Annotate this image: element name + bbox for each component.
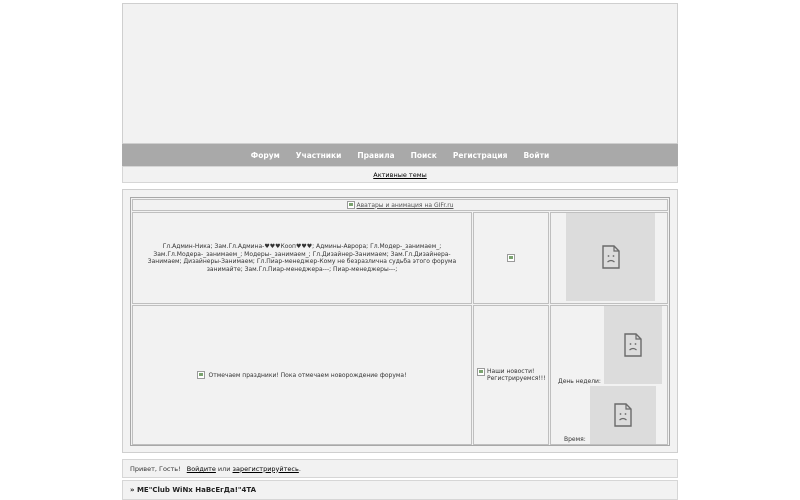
broken-image-icon	[197, 371, 206, 379]
nav-members[interactable]: Участники	[288, 151, 350, 160]
news-image: Наши новости! Регистрируемся!!!	[477, 368, 546, 382]
image-cell-1	[473, 212, 549, 304]
sad-page-icon	[624, 333, 642, 357]
info-panel: Аватары и анимация на GIFr.ru Гл.Админ-Н…	[122, 189, 678, 453]
nav-rules[interactable]: Правила	[349, 151, 402, 160]
site-header	[122, 3, 678, 144]
nav-register[interactable]: Регистрация	[445, 151, 516, 160]
news-alt-text: Наши новости! Регистрируемся!!!	[487, 368, 546, 382]
main-navbar: Форум Участники Правила Поиск Регистраци…	[122, 144, 678, 166]
broken-image-icon	[477, 368, 485, 376]
banner-link[interactable]: Аватары и анимация на GIFr.ru	[346, 201, 454, 209]
sub-navbar: Активные темы	[122, 166, 678, 183]
administration-list: Гл.Админ-Ника; Зам.Гл.Админа-♥♥♥Кооп♥♥♥;…	[147, 243, 457, 273]
greeting-or: или	[217, 464, 231, 473]
login-link[interactable]: Войдите	[187, 465, 216, 473]
missing-image-placeholder	[590, 386, 656, 444]
register-link[interactable]: зарегистрируйтесь	[233, 465, 299, 473]
sad-page-icon	[601, 245, 620, 269]
nav-forum[interactable]: Форум	[243, 151, 288, 160]
holiday-alt-text: Отмечаем праздники! Пока отмечаем новоро…	[208, 371, 407, 379]
nav-search[interactable]: Поиск	[403, 151, 445, 160]
active-topics-link[interactable]: Активные темы	[373, 171, 426, 179]
guest-greeting: Привет, Гость! Войдите или зарегистрируй…	[122, 459, 678, 478]
greeting-suffix: .	[298, 464, 301, 473]
info-table: Аватары и анимация на GIFr.ru Гл.Админ-Н…	[130, 197, 670, 446]
forum-title-bar: » ME"Club WiNx HaBcEгДа!"4TA	[122, 480, 678, 500]
weekday-label: День недели:	[558, 378, 601, 385]
image-cell-2	[550, 212, 668, 304]
sad-page-icon	[614, 403, 632, 427]
banner-cell: Аватары и анимация на GIFr.ru	[132, 199, 668, 211]
holiday-cell: Отмечаем праздники! Пока отмечаем новоро…	[132, 305, 472, 445]
holiday-image: Отмечаем праздники! Пока отмечаем новоро…	[197, 371, 407, 379]
nav-login[interactable]: Войти	[515, 151, 557, 160]
week-cell: День недели: Время:	[550, 305, 668, 445]
time-label: Время:	[564, 436, 586, 443]
missing-image-placeholder	[604, 306, 662, 384]
banner-alt-text: Аватары и анимация на GIFr.ru	[356, 201, 454, 209]
forum-title[interactable]: » ME"Club WiNx HaBcEгДа!"4TA	[130, 486, 256, 494]
administration-cell: Гл.Админ-Ника; Зам.Гл.Админа-♥♥♥Кооп♥♥♥;…	[132, 212, 472, 304]
broken-image-icon	[346, 201, 355, 209]
broken-image-icon	[507, 254, 515, 262]
missing-image-placeholder	[566, 213, 655, 301]
news-cell: Наши новости! Регистрируемся!!!	[473, 305, 549, 445]
greeting-text: Привет, Гость!	[130, 464, 181, 473]
